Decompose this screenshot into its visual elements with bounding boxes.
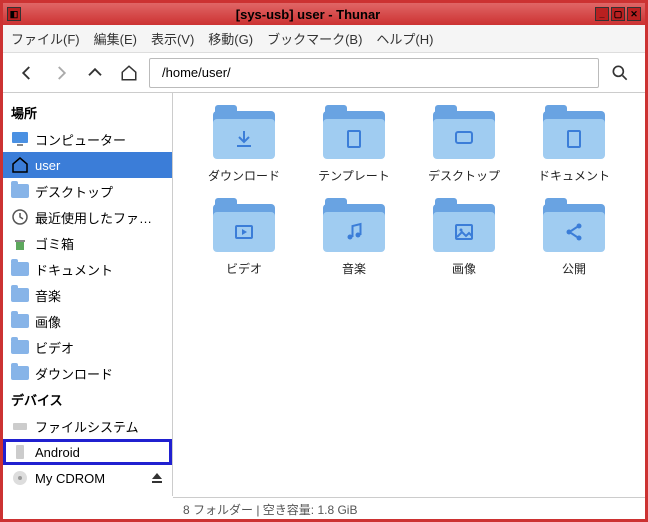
home-button[interactable] [115,59,143,87]
minimize-button[interactable]: _ [595,7,609,21]
folder-label: テンプレート [318,167,390,184]
close-button[interactable]: ✕ [627,7,641,21]
sidebar-item-music[interactable]: 音楽 [3,282,172,308]
sidebar-item-android[interactable]: Android [3,439,172,465]
titlebar: ◧ [sys-usb] user - Thunar _ ▢ ✕ [3,3,645,25]
folder-icon [11,260,29,278]
folder-item[interactable]: 画像 [419,202,509,277]
home-icon [11,156,29,174]
maximize-button[interactable]: ▢ [611,7,625,21]
folder-item[interactable]: 音楽 [309,202,399,277]
sidebar-item-computer[interactable]: コンピューター [3,126,172,152]
folder-item[interactable]: デスクトップ [419,109,509,184]
search-button[interactable] [605,58,635,88]
sidebar: 場所 コンピューター user デスクトップ 最近使用したファ… ゴミ箱 ドキュ… [3,93,173,496]
path-input[interactable] [162,65,592,80]
sidebar-item-cdrom[interactable]: My CDROM [3,465,172,491]
folder-icon [11,286,29,304]
folder-item[interactable]: ドキュメント [529,109,619,184]
sidebar-devices-header: デバイス [3,386,172,413]
folder-icon [543,202,605,252]
folder-icon [213,202,275,252]
folder-label: ドキュメント [538,167,610,184]
sidebar-item-user[interactable]: user [3,152,172,178]
path-bar[interactable] [149,58,599,88]
status-bar: 8 フォルダー | 空き容量: 1.8 GiB [173,497,645,519]
folder-icon [213,109,275,159]
computer-icon [11,130,29,148]
forward-button[interactable] [47,59,75,87]
disc-icon [11,469,29,487]
folder-icon [11,312,29,330]
eject-icon[interactable] [150,471,164,485]
trash-icon [11,234,29,252]
folder-label: 画像 [452,260,476,277]
folder-item[interactable]: 公開 [529,202,619,277]
folder-label: ダウンロード [208,167,280,184]
sidebar-item-downloads[interactable]: ダウンロード [3,360,172,386]
folder-icon [11,338,29,356]
folder-icon [11,364,29,382]
menu-go[interactable]: 移動(G) [208,29,253,48]
sysmenu-icon[interactable]: ◧ [7,7,21,21]
drive-icon [11,417,29,435]
main-view[interactable]: ダウンロード テンプレート デスクトップ ドキュメントビデオ 音楽 画像 公開 [173,93,645,496]
sidebar-item-filesystem[interactable]: ファイルシステム [3,413,172,439]
folder-label: デスクトップ [428,167,500,184]
menubar: ファイル(F) 編集(E) 表示(V) 移動(G) ブックマーク(B) ヘルプ(… [3,25,645,53]
toolbar [3,53,645,93]
back-button[interactable] [13,59,41,87]
folder-label: 音楽 [342,260,366,277]
folder-icon [543,109,605,159]
up-button[interactable] [81,59,109,87]
sidebar-item-pictures[interactable]: 画像 [3,308,172,334]
sidebar-item-videos[interactable]: ビデオ [3,334,172,360]
menu-file[interactable]: ファイル(F) [11,29,80,48]
phone-icon [11,443,29,461]
sidebar-item-trash[interactable]: ゴミ箱 [3,230,172,256]
folder-icon [433,202,495,252]
menu-view[interactable]: 表示(V) [151,29,194,48]
window-title: [sys-usb] user - Thunar [21,7,595,22]
folder-icon [323,202,385,252]
folder-label: 公開 [562,260,586,277]
sidebar-item-documents[interactable]: ドキュメント [3,256,172,282]
sidebar-item-desktop[interactable]: デスクトップ [3,178,172,204]
folder-item[interactable]: テンプレート [309,109,399,184]
folder-icon [433,109,495,159]
folder-item[interactable]: ビデオ [199,202,289,277]
sidebar-places-header: 場所 [3,99,172,126]
folder-item[interactable]: ダウンロード [199,109,289,184]
menu-bookmarks[interactable]: ブックマーク(B) [267,29,362,48]
folder-icon [323,109,385,159]
folder-label: ビデオ [226,260,262,277]
sidebar-item-recent[interactable]: 最近使用したファ… [3,204,172,230]
clock-icon [11,208,29,226]
folder-icon [11,182,29,200]
sidebar-network-header: ネットワーク [3,491,172,496]
menu-help[interactable]: ヘルプ(H) [376,29,433,48]
menu-edit[interactable]: 編集(E) [94,29,137,48]
